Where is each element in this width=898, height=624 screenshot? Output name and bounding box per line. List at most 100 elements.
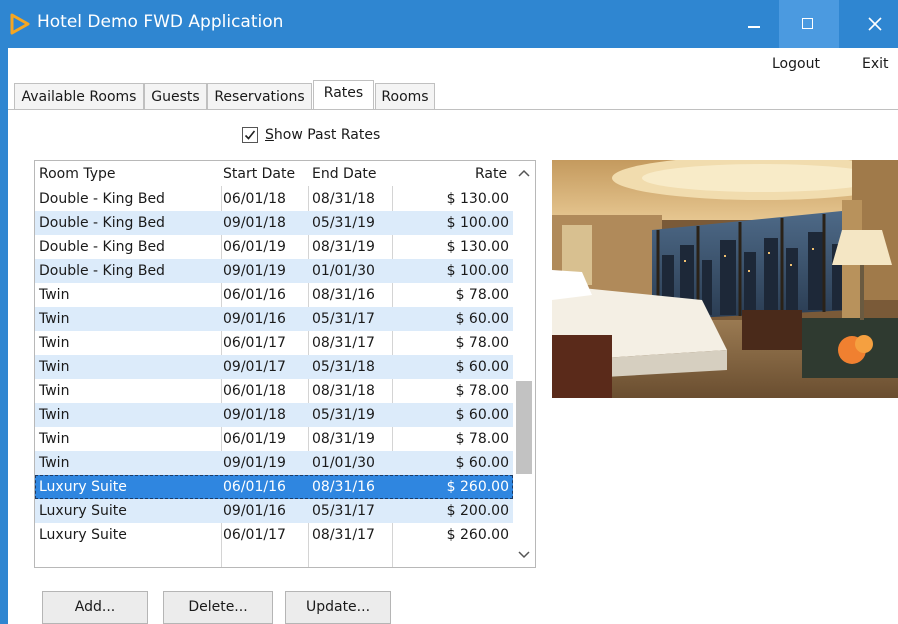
cell-end-date: 05/31/19: [312, 215, 375, 231]
close-button[interactable]: [852, 0, 898, 48]
room-photo: [552, 160, 898, 398]
update-button[interactable]: Update...: [285, 591, 391, 624]
cell-room-type: Luxury Suite: [39, 527, 127, 543]
add-button[interactable]: Add...: [42, 591, 148, 624]
checkmark-icon: [244, 130, 256, 140]
show-past-rates-label[interactable]: Show Past Rates: [265, 127, 380, 143]
minimize-button[interactable]: [732, 0, 778, 48]
table-row[interactable]: Twin 09/01/16 05/31/17 $ 60.00: [35, 307, 513, 331]
cell-room-type: Twin: [39, 287, 70, 303]
cell-start-date: 09/01/19: [223, 455, 286, 471]
cell-room-type: Twin: [39, 311, 70, 327]
cell-start-date: 09/01/17: [223, 359, 286, 375]
cell-rate: $ 60.00: [455, 359, 509, 375]
table-row[interactable]: Double - King Bed 09/01/18 05/31/19 $ 100.0…: [35, 211, 513, 235]
show-past-rates-label-text: how Past Rates: [273, 127, 381, 143]
cell-end-date: 08/31/16: [312, 287, 375, 303]
cell-rate: $ 60.00: [455, 311, 509, 327]
cell-end-date: 08/31/17: [312, 335, 375, 351]
cell-rate: $ 130.00: [446, 191, 509, 207]
table-row[interactable]: Luxury Suite 06/01/17 08/31/17 $ 260.00: [35, 523, 513, 547]
cell-end-date: 05/31/18: [312, 359, 375, 375]
table-row-selected[interactable]: Luxury Suite 06/01/16 08/31/16 $ 260.00: [35, 475, 513, 499]
cell-rate: $ 100.00: [446, 215, 509, 231]
tab-rooms[interactable]: Rooms: [375, 83, 435, 109]
cell-start-date: 09/01/16: [223, 311, 286, 327]
table-row[interactable]: Double - King Bed 06/01/19 08/31/19 $ 130.0…: [35, 235, 513, 259]
cell-end-date: 01/01/30: [312, 455, 375, 471]
window-title: Hotel Demo FWD Application: [37, 12, 284, 32]
table-scrollbar[interactable]: [513, 161, 535, 567]
show-past-rates-accelerator: S: [265, 127, 274, 143]
table-row[interactable]: Twin 06/01/19 08/31/19 $ 78.00: [35, 427, 513, 451]
table-row[interactable]: Double - King Bed 06/01/18 08/31/18 $ 130.0…: [35, 187, 513, 211]
cell-rate: $ 78.00: [455, 287, 509, 303]
cell-end-date: 08/31/17: [312, 527, 375, 543]
cell-start-date: 06/01/19: [223, 239, 286, 255]
cell-rate: $ 260.00: [446, 479, 509, 495]
scroll-up-button[interactable]: [513, 163, 535, 185]
table-header: Room Type Start Date End Date Rate: [35, 161, 513, 186]
tab-reservations[interactable]: Reservations: [207, 83, 312, 109]
cell-start-date: 06/01/18: [223, 191, 286, 207]
chevron-down-icon: [518, 551, 530, 559]
cell-start-date: 09/01/16: [223, 503, 286, 519]
rates-table[interactable]: Room Type Start Date End Date Rate Doubl…: [34, 160, 536, 568]
cell-end-date: 01/01/30: [312, 263, 375, 279]
scroll-thumb[interactable]: [516, 381, 532, 474]
cell-rate: $ 78.00: [455, 383, 509, 399]
cell-end-date: 08/31/18: [312, 191, 375, 207]
column-header-room-type[interactable]: Room Type: [39, 166, 115, 182]
scroll-track[interactable]: [516, 185, 532, 543]
tab-guests[interactable]: Guests: [144, 83, 207, 109]
table-row[interactable]: Twin 06/01/16 08/31/16 $ 78.00: [35, 283, 513, 307]
window-left-border: [0, 48, 8, 624]
column-header-end-date[interactable]: End Date: [312, 166, 377, 182]
cell-room-type: Twin: [39, 431, 70, 447]
column-header-rate[interactable]: Rate: [475, 166, 507, 182]
exit-menu-item[interactable]: Exit: [862, 56, 889, 72]
column-header-start-date[interactable]: Start Date: [223, 166, 295, 182]
app-play-icon: [10, 13, 30, 35]
table-row[interactable]: Luxury Suite 09/01/16 05/31/17 $ 200.00: [35, 499, 513, 523]
cell-room-type: Twin: [39, 383, 70, 399]
tab-available-rooms[interactable]: Available Rooms: [14, 83, 144, 109]
cell-room-type: Twin: [39, 335, 70, 351]
hotel-room-image: [552, 160, 898, 398]
cell-end-date: 08/31/18: [312, 383, 375, 399]
cell-start-date: 06/01/17: [223, 335, 286, 351]
cell-room-type: Twin: [39, 455, 70, 471]
cell-start-date: 06/01/19: [223, 431, 286, 447]
scroll-down-button[interactable]: [513, 545, 535, 567]
cell-room-type: Double - King Bed: [39, 215, 165, 231]
cell-start-date: 06/01/17: [223, 527, 286, 543]
table-row[interactable]: Twin 09/01/17 05/31/18 $ 60.00: [35, 355, 513, 379]
cell-start-date: 09/01/18: [223, 407, 286, 423]
cell-room-type: Luxury Suite: [39, 479, 127, 495]
delete-button[interactable]: Delete...: [163, 591, 273, 624]
table-row[interactable]: Twin 06/01/18 08/31/18 $ 78.00: [35, 379, 513, 403]
table-row[interactable]: Twin 09/01/18 05/31/19 $ 60.00: [35, 403, 513, 427]
cell-end-date: 05/31/19: [312, 407, 375, 423]
logout-menu-item[interactable]: Logout: [772, 56, 820, 72]
cell-rate: $ 100.00: [446, 263, 509, 279]
cell-room-type: Double - King Bed: [39, 263, 165, 279]
cell-end-date: 05/31/17: [312, 503, 375, 519]
cell-room-type: Twin: [39, 359, 70, 375]
minimize-icon: [748, 26, 760, 28]
show-past-rates-checkbox[interactable]: [242, 127, 258, 143]
cell-start-date: 06/01/18: [223, 383, 286, 399]
cell-start-date: 06/01/16: [223, 479, 286, 495]
maximize-button[interactable]: [779, 0, 839, 48]
cell-rate: $ 78.00: [455, 431, 509, 447]
table-row[interactable]: Twin 09/01/19 01/01/30 $ 60.00: [35, 451, 513, 475]
cell-rate: $ 60.00: [455, 407, 509, 423]
table-row[interactable]: Twin 06/01/17 08/31/17 $ 78.00: [35, 331, 513, 355]
tab-divider: [8, 109, 898, 110]
cell-rate: $ 260.00: [446, 527, 509, 543]
cell-room-type: Luxury Suite: [39, 503, 127, 519]
table-row[interactable]: Double - King Bed 09/01/19 01/01/30 $ 100.0…: [35, 259, 513, 283]
tab-rates[interactable]: Rates: [313, 80, 374, 109]
cell-rate: $ 78.00: [455, 335, 509, 351]
cell-end-date: 05/31/17: [312, 311, 375, 327]
